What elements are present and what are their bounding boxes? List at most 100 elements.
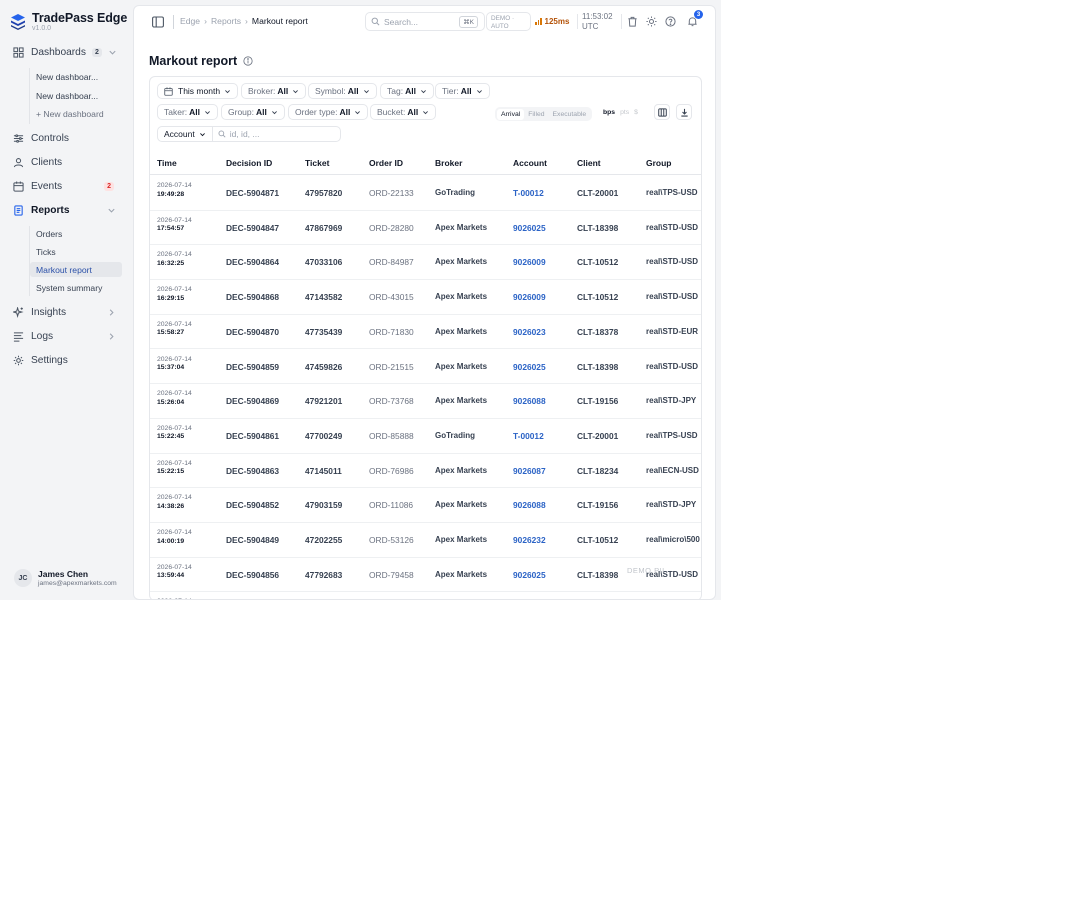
report-item-orders[interactable]: Orders [30,226,122,241]
filter-label: Order type: [295,107,338,117]
demo-mode-chip[interactable]: DEMO · AUTO [486,12,531,31]
account-link[interactable]: 9026088 [513,500,546,510]
sun-icon[interactable] [646,16,657,27]
time-cell: 2026-07-14 14:00:19 [157,529,192,546]
column-header-decision-id[interactable]: Decision ID [226,158,272,168]
order-type-filter[interactable]: Order type: All [288,104,369,120]
unit-dollar[interactable]: $ [634,109,638,116]
account-link[interactable]: 9026088 [513,396,546,406]
sidebar-item-events[interactable]: Events 2 [8,177,126,195]
table-row[interactable]: 2026-07-14 16:29:15 DEC-5904868 47143582 ORD… [150,280,701,315]
columns-button[interactable] [654,104,670,120]
time-clock: 15:22:15 [157,468,185,476]
column-header-broker[interactable]: Broker [435,158,462,168]
column-header-order-id[interactable]: Order ID [369,158,403,168]
breadcrumb-item[interactable]: Reports [211,16,241,26]
sidebar-item-insights[interactable]: Insights [8,303,126,321]
period-filter[interactable]: This month [157,83,239,99]
table-row[interactable]: 2026-07-14 15:37:04 DEC-5904859 47459826 ORD… [150,350,701,385]
breadcrumb-current: Markout report [251,16,308,26]
account-link[interactable]: 9026023 [513,327,546,337]
bucket-filter[interactable]: Bucket: All [370,104,437,120]
taker-filter[interactable]: Taker: All [157,104,219,120]
account-link[interactable]: 9026025 [513,570,546,580]
dashboard-item[interactable]: New dashboar... [30,69,122,84]
order-id-cell: ORD-71830 [369,326,414,337]
account-link[interactable]: 9026009 [513,257,546,267]
gear-icon [13,355,24,366]
trash-icon[interactable] [627,16,638,27]
brand[interactable]: TradePass Edge v1.0.0 [11,11,127,32]
table-row[interactable]: 2026-07-14 17:54:57 DEC-5904847 47867969 ORD… [150,211,701,246]
table-row[interactable]: 2026-07-14 14:00:19 DEC-5904849 47202255 ORD… [150,523,701,558]
table-row[interactable]: 2026-07-14 16:32:25 DEC-5904864 47033106 ORD… [150,245,701,281]
app-window: TradePass Edge v1.0.0 Dashboards 2 New d… [0,0,721,600]
table-row[interactable]: 2026-07-14 15:26:04 DEC-5904869 47921201 ORD… [150,384,701,419]
new-dashboard-button[interactable]: + New dashboard [30,106,122,121]
client-cell: CLT-18398 [577,222,619,233]
chevron-right-icon[interactable] [107,308,116,317]
account-link[interactable]: 9026232 [513,535,546,545]
sidebar-item-clients[interactable]: Clients [8,153,126,171]
download-button[interactable] [676,104,692,120]
report-item-ticks[interactable]: Ticks [30,244,122,259]
user-profile[interactable]: JC James Chen james@apexmarkets.com [14,569,117,587]
sidebar-item-controls[interactable]: Controls [8,129,126,147]
sidebar-item-logs[interactable]: Logs [8,327,126,345]
table-row[interactable]: 2026-07-14 14:38:26 DEC-5904852 47903159 ORD… [150,488,701,523]
account-type-select[interactable]: Account [158,127,213,141]
sidebar-toggle-icon[interactable] [152,16,164,28]
dashboard-item[interactable]: New dashboar... [30,88,122,103]
group-cell: real\STD-JPY [646,500,697,510]
price-mode-executable[interactable]: Executable [549,109,591,120]
chevron-down-icon[interactable] [108,48,117,57]
account-link[interactable]: T-00012 [513,431,544,441]
tag-filter[interactable]: Tag: All [380,83,434,99]
broker-filter[interactable]: Broker: All [241,83,307,99]
sidebar-item-dashboards[interactable]: Dashboards 2 [8,43,126,61]
unit-pts[interactable]: pts [620,109,629,116]
account-link[interactable]: 9026025 [513,362,546,372]
report-item-markout[interactable]: Markout report [30,262,122,277]
unit-bps[interactable]: bps [603,109,615,116]
columns-icon [657,107,667,117]
column-header-time[interactable]: Time [157,158,177,168]
order-id-cell: ORD-21515 [369,361,414,372]
time-date: 2026-07-14 [157,563,192,571]
column-header-group[interactable]: Group [646,158,672,168]
table-row[interactable]: 2026-07-14 19:49:28 DEC-5904871 47957820 ORD… [150,176,701,211]
breadcrumb-item[interactable]: Edge [180,16,200,26]
info-icon[interactable] [243,56,253,66]
search-input[interactable]: Search... ⌘K [365,12,485,31]
tier-filter[interactable]: Tier: All [435,83,490,99]
broker-cell: Apex Markets [435,396,488,406]
filter-value: All [256,107,267,117]
group-cell: real\TPS-USD [646,430,698,440]
user-email: james@apexmarkets.com [38,580,117,587]
chevron-down-icon[interactable] [107,206,116,215]
sidebar-item-settings[interactable]: Settings [8,351,126,369]
search-placeholder: Search... [384,16,419,27]
account-link[interactable]: 9026009 [513,292,546,302]
table-row[interactable]: 2026-07-14 15:22:15 DEC-5904863 47145011 ORD… [150,454,701,489]
table-row[interactable]: 2026-07-14 13:59:44 DEC-5904856 47792683 ORD… [150,558,701,593]
column-header-client[interactable]: Client [577,158,601,168]
report-item-system-summary[interactable]: System summary [30,280,122,295]
column-header-account[interactable]: Account [513,158,547,168]
table-row[interactable]: 2026-07-14 [150,592,701,599]
chevron-right-icon[interactable] [107,332,116,341]
sidebar-item-reports[interactable]: Reports [8,201,126,219]
table-row[interactable]: 2026-07-14 15:22:45 DEC-5904861 47700249 ORD… [150,419,701,454]
price-mode-filled[interactable]: Filled [524,109,548,120]
account-link[interactable]: 9026025 [513,223,546,233]
column-header-ticket[interactable]: Ticket [305,158,329,168]
client-cell: CLT-10512 [577,257,619,268]
account-link[interactable]: 9026087 [513,466,546,476]
help-icon[interactable] [665,16,676,27]
price-mode-arrival[interactable]: Arrival [497,108,525,120]
account-link[interactable]: T-00012 [513,188,544,198]
group-filter[interactable]: Group: All [221,104,285,120]
table-row[interactable]: 2026-07-14 15:58:27 DEC-5904870 47735439 ORD… [150,315,701,350]
account-id-input[interactable]: id, id, ... [213,129,259,139]
symbol-filter[interactable]: Symbol: All [308,83,377,99]
